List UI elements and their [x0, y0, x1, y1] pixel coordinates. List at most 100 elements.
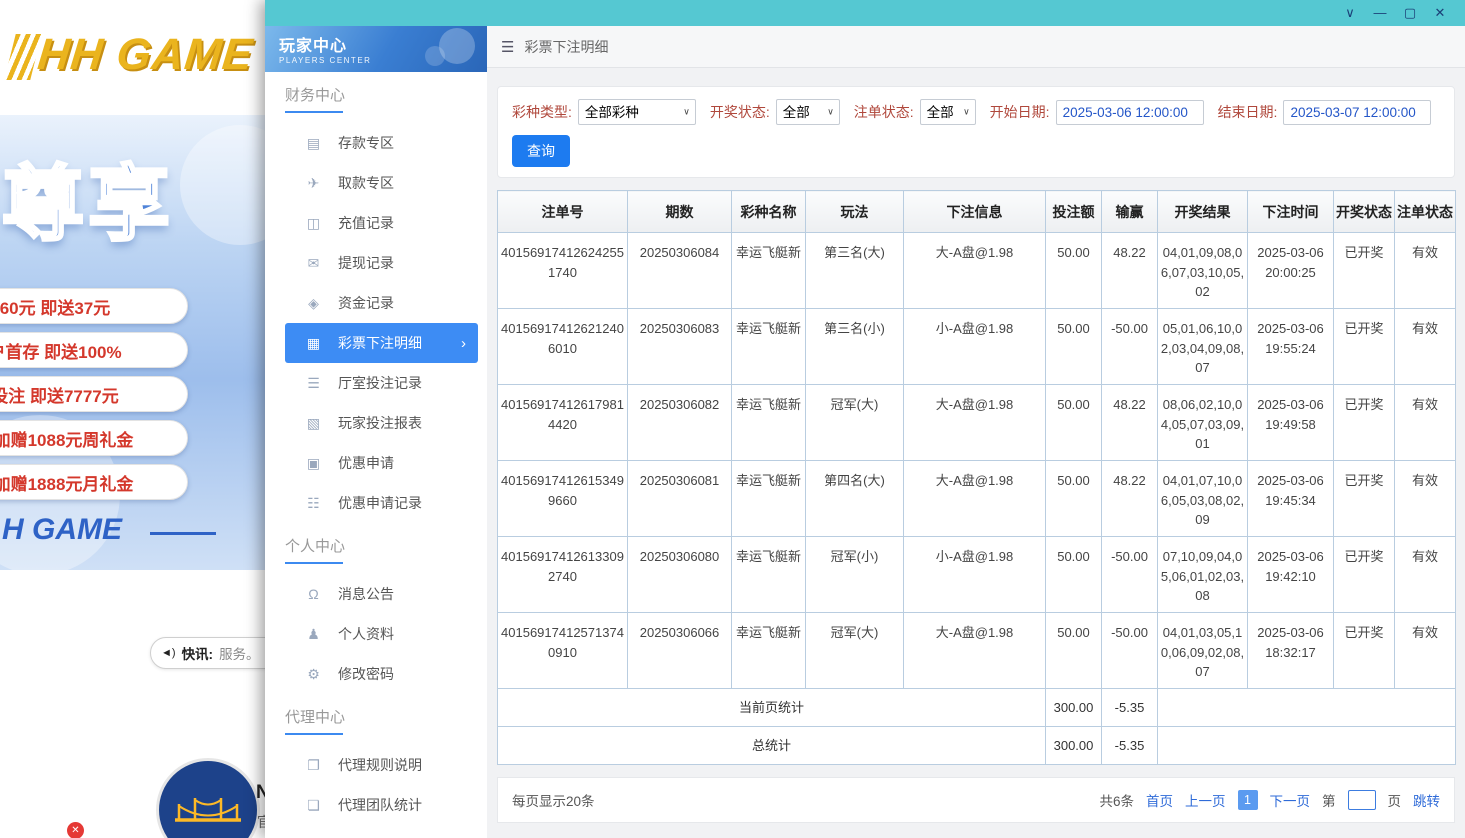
team-icon: ❏: [305, 797, 322, 814]
col-draw-status: 开奖状态: [1334, 191, 1395, 233]
menu-toggle-icon[interactable]: ☰: [501, 38, 514, 56]
order-status-select-wrap: 全部: [920, 99, 976, 125]
cell-play: 冠军(小): [806, 537, 904, 613]
sidebar-item-cashout-records[interactable]: ✉ 提现记录: [265, 243, 487, 283]
cell-order-number: 401569174126133092740: [498, 537, 628, 613]
finance-menu: ▤ 存款专区 ✈ 取款专区 ◫ 充值记录 ✉ 提现记录: [265, 123, 487, 523]
draw-status-select[interactable]: 全部: [776, 99, 840, 125]
window-minimize-button[interactable]: —: [1365, 0, 1395, 26]
sidebar-item-player-bet-report[interactable]: ▧ 玩家投注报表: [265, 403, 487, 443]
end-date-input[interactable]: [1283, 100, 1431, 125]
page-content: 彩种类型: 全部彩种 开奖状态:: [487, 68, 1465, 838]
cell-bet-time: 2025-03-06 18:32:17: [1248, 613, 1334, 689]
cell-lottery-name: 幸运飞艇新: [732, 461, 806, 537]
cell-play: 冠军(大): [806, 613, 904, 689]
start-date-label: 开始日期:: [990, 102, 1050, 122]
cashout-icon: ✉: [305, 255, 322, 272]
cell-period: 20250306066: [628, 613, 732, 689]
start-date-input[interactable]: [1056, 100, 1204, 125]
screen: HH GAME 尊享 60元 即送37元 户首存 即送100% 投注 即送777…: [0, 0, 1465, 838]
col-lottery-name: 彩种名称: [732, 191, 806, 233]
lottery-type-select[interactable]: 全部彩种: [578, 99, 696, 125]
cell-order-number: 401569174126212406010: [498, 309, 628, 385]
sidebar-item-profile[interactable]: ♟ 个人资料: [265, 614, 487, 654]
cell-draw-status: 已开奖: [1334, 613, 1395, 689]
first-page-link[interactable]: 首页: [1146, 790, 1173, 810]
user-icon: ♟: [305, 626, 322, 643]
promo-pill[interactable]: 户首存 即送100%: [0, 332, 188, 368]
ticker-label: 快讯:: [182, 643, 214, 663]
report-icon: ▧: [305, 415, 322, 432]
promo-banner-area: 尊享 60元 即送37元 户首存 即送100% 投注 即送7777元 天加赠10…: [0, 115, 300, 570]
cell-period: 20250306083: [628, 309, 732, 385]
cell-winloss: 48.22: [1102, 461, 1158, 537]
promo-apply-icon: ▣: [305, 455, 322, 472]
jump-button[interactable]: 跳转: [1413, 790, 1440, 810]
cell-period: 20250306081: [628, 461, 732, 537]
cell-order-status: 有效: [1395, 461, 1456, 537]
promo-pill[interactable]: 天加赠1888元月礼金: [0, 464, 188, 500]
close-badge-icon[interactable]: ✕: [67, 822, 84, 838]
sidebar-item-change-password[interactable]: ⚙ 修改密码: [265, 654, 487, 694]
sidebar-item-label: 优惠申请: [338, 453, 394, 473]
table-row: 401569174125713740910 20250306066 幸运飞艇新 …: [498, 613, 1456, 689]
window-titlebar: ∨ — ▢ ✕: [265, 0, 1465, 26]
cell-bet-info: 大-A盘@1.98: [904, 461, 1046, 537]
col-draw-result: 开奖结果: [1158, 191, 1248, 233]
window-restore-button[interactable]: ∨: [1335, 0, 1365, 26]
lottery-type-label: 彩种类型:: [512, 102, 572, 122]
prev-page-link[interactable]: 上一页: [1185, 790, 1226, 810]
cell-lottery-name: 幸运飞艇新: [732, 385, 806, 461]
sidebar-item-agent-rules[interactable]: ❐ 代理规则说明: [265, 745, 487, 785]
team-logo: [156, 758, 260, 838]
page-summary-spacer: [1158, 689, 1456, 727]
cell-draw-status: 已开奖: [1334, 385, 1395, 461]
jump-suffix-label: 页: [1388, 790, 1402, 810]
window-maximize-button[interactable]: ▢: [1395, 0, 1425, 26]
cell-bet-amount: 50.00: [1046, 461, 1102, 537]
agent-menu: ❐ 代理规则说明 ❏ 代理团队统计: [265, 745, 487, 825]
sub-logo-divider: [150, 532, 216, 535]
sidebar-item-promo-apply-records[interactable]: ☷ 优惠申请记录: [265, 483, 487, 523]
sidebar-item-hall-bet-records[interactable]: ☰ 厅室投注记录: [265, 363, 487, 403]
sidebar-item-label: 存款专区: [338, 133, 394, 153]
current-page-indicator[interactable]: 1: [1238, 790, 1258, 810]
search-button[interactable]: 查询: [512, 135, 570, 167]
sidebar-item-announcements[interactable]: Ω 消息公告: [265, 574, 487, 614]
order-status-select[interactable]: 全部: [920, 99, 976, 125]
page-summary-row: 当前页统计 300.00 -5.35: [498, 689, 1456, 727]
cell-winloss: 48.22: [1102, 385, 1158, 461]
cell-order-status: 有效: [1395, 613, 1456, 689]
sidebar-item-lottery-bet-details[interactable]: ▦ 彩票下注明细 ›: [285, 323, 478, 363]
sidebar-item-recharge-records[interactable]: ◫ 充值记录: [265, 203, 487, 243]
cell-winloss: -50.00: [1102, 613, 1158, 689]
page-summary-label: 当前页统计: [498, 689, 1046, 727]
table-row: 401569174126212406010 20250306083 幸运飞艇新 …: [498, 309, 1456, 385]
sidebar-item-withdraw-zone[interactable]: ✈ 取款专区: [265, 163, 487, 203]
sidebar-item-fund-records[interactable]: ◈ 资金记录: [265, 283, 487, 323]
jump-page-input[interactable]: [1348, 790, 1376, 810]
order-status-label: 注单状态:: [854, 102, 914, 122]
window-close-button[interactable]: ✕: [1425, 0, 1455, 26]
jump-prefix-label: 第: [1322, 790, 1336, 810]
cell-bet-amount: 50.00: [1046, 233, 1102, 309]
sidebar-item-label: 充值记录: [338, 213, 394, 233]
sidebar-item-label: 优惠申请记录: [338, 493, 422, 513]
sidebar-item-agent-team-stats[interactable]: ❏ 代理团队统计: [265, 785, 487, 825]
cell-draw-result: 04,01,09,08,06,07,03,10,05,02: [1158, 233, 1248, 309]
promo-pill[interactable]: 投注 即送7777元: [0, 376, 188, 412]
promo-pill[interactable]: 60元 即送37元: [0, 288, 188, 324]
cell-bet-time: 2025-03-06 20:00:25: [1248, 233, 1334, 309]
total-summary-winloss: -5.35: [1102, 727, 1158, 765]
bet-details-table-card: 注单号 期数 彩种名称 玩法 下注信息 投注额 输赢 开奖结果 下注时间 开: [497, 190, 1455, 765]
sidebar-item-label: 玩家投注报表: [338, 413, 422, 433]
table-row: 401569174126133092740 20250306080 幸运飞艇新 …: [498, 537, 1456, 613]
sidebar-item-deposit-zone[interactable]: ▤ 存款专区: [265, 123, 487, 163]
cell-period: 20250306084: [628, 233, 732, 309]
sidebar-item-label: 消息公告: [338, 584, 394, 604]
sidebar-item-promo-apply[interactable]: ▣ 优惠申请: [265, 443, 487, 483]
lottery-detail-icon: ▦: [305, 335, 322, 352]
page-summary-winloss: -5.35: [1102, 689, 1158, 727]
promo-pill[interactable]: 天加赠1088元周礼金: [0, 420, 188, 456]
next-page-link[interactable]: 下一页: [1270, 790, 1311, 810]
